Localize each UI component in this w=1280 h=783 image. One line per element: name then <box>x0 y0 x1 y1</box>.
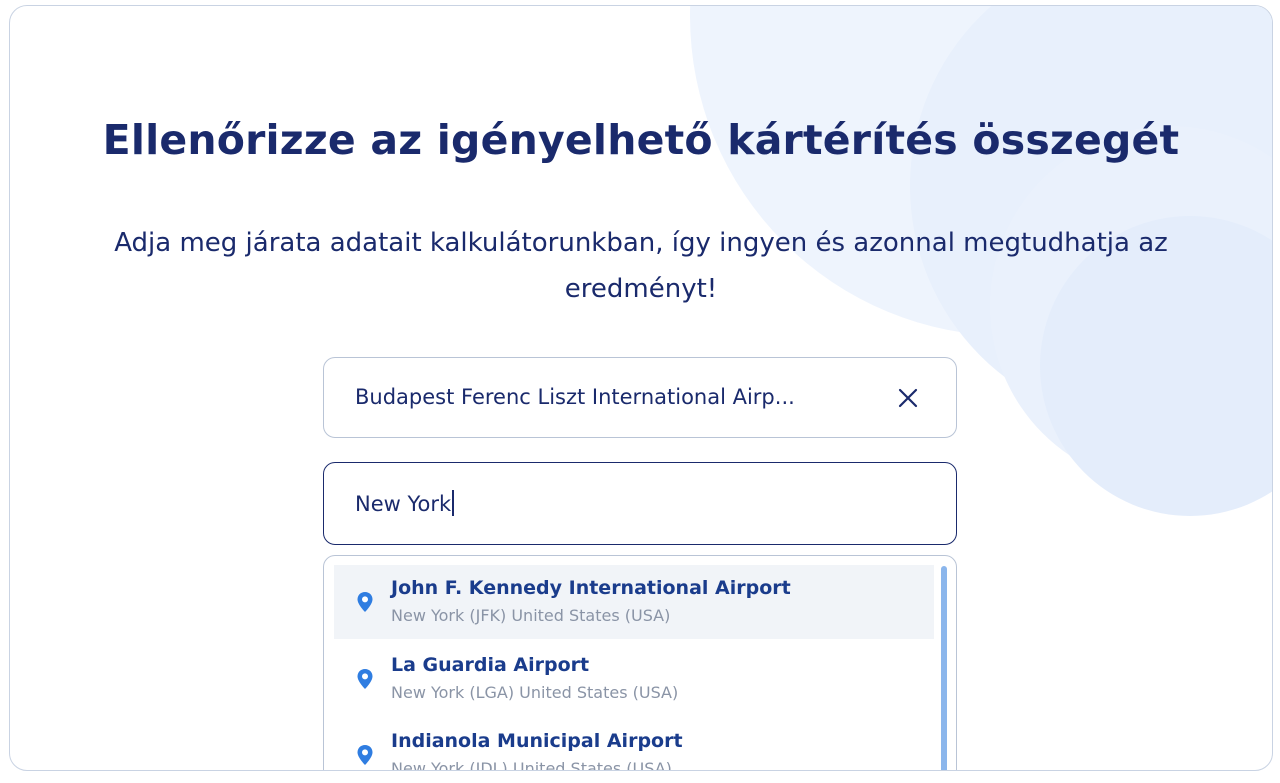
page-title: Ellenőrizze az igényelhető kártérítés ös… <box>102 116 1180 164</box>
departure-airport-value: Budapest Ferenc Liszt International Airp… <box>355 385 795 409</box>
text-cursor <box>452 490 454 516</box>
location-pin-icon <box>356 744 374 766</box>
suggestion-detail: New York (LGA) United States (USA) <box>391 683 679 702</box>
suggestion-item[interactable]: La Guardia Airport New York (LGA) United… <box>334 642 934 716</box>
suggestion-name: La Guardia Airport <box>391 654 590 676</box>
close-icon[interactable] <box>896 386 920 410</box>
calculator-card: Ellenőrizze az igényelhető kártérítés ös… <box>9 5 1273 771</box>
suggestion-detail: New York (JFK) United States (USA) <box>391 606 671 625</box>
page-subtitle: Adja meg járata adatait kalkulátorunkban… <box>114 228 1168 304</box>
airport-suggestions-dropdown: John F. Kennedy International Airport Ne… <box>323 555 957 771</box>
arrival-airport-field[interactable]: New York <box>323 462 957 545</box>
suggestion-detail: New York (IDL) United States (USA) <box>391 759 672 771</box>
location-pin-icon <box>356 668 374 690</box>
departure-airport-field[interactable]: Budapest Ferenc Liszt International Airp… <box>323 357 957 438</box>
suggestion-item[interactable]: John F. Kennedy International Airport Ne… <box>334 565 934 639</box>
suggestion-name: Indianola Municipal Airport <box>391 730 683 752</box>
arrival-airport-value: New York <box>355 492 452 516</box>
arrival-airport-input[interactable]: New York <box>355 490 454 516</box>
location-pin-icon <box>356 591 374 613</box>
dropdown-scrollbar[interactable] <box>941 566 947 770</box>
suggestion-name: John F. Kennedy International Airport <box>391 577 791 599</box>
suggestion-item[interactable]: Indianola Municipal Airport New York (ID… <box>334 718 934 771</box>
